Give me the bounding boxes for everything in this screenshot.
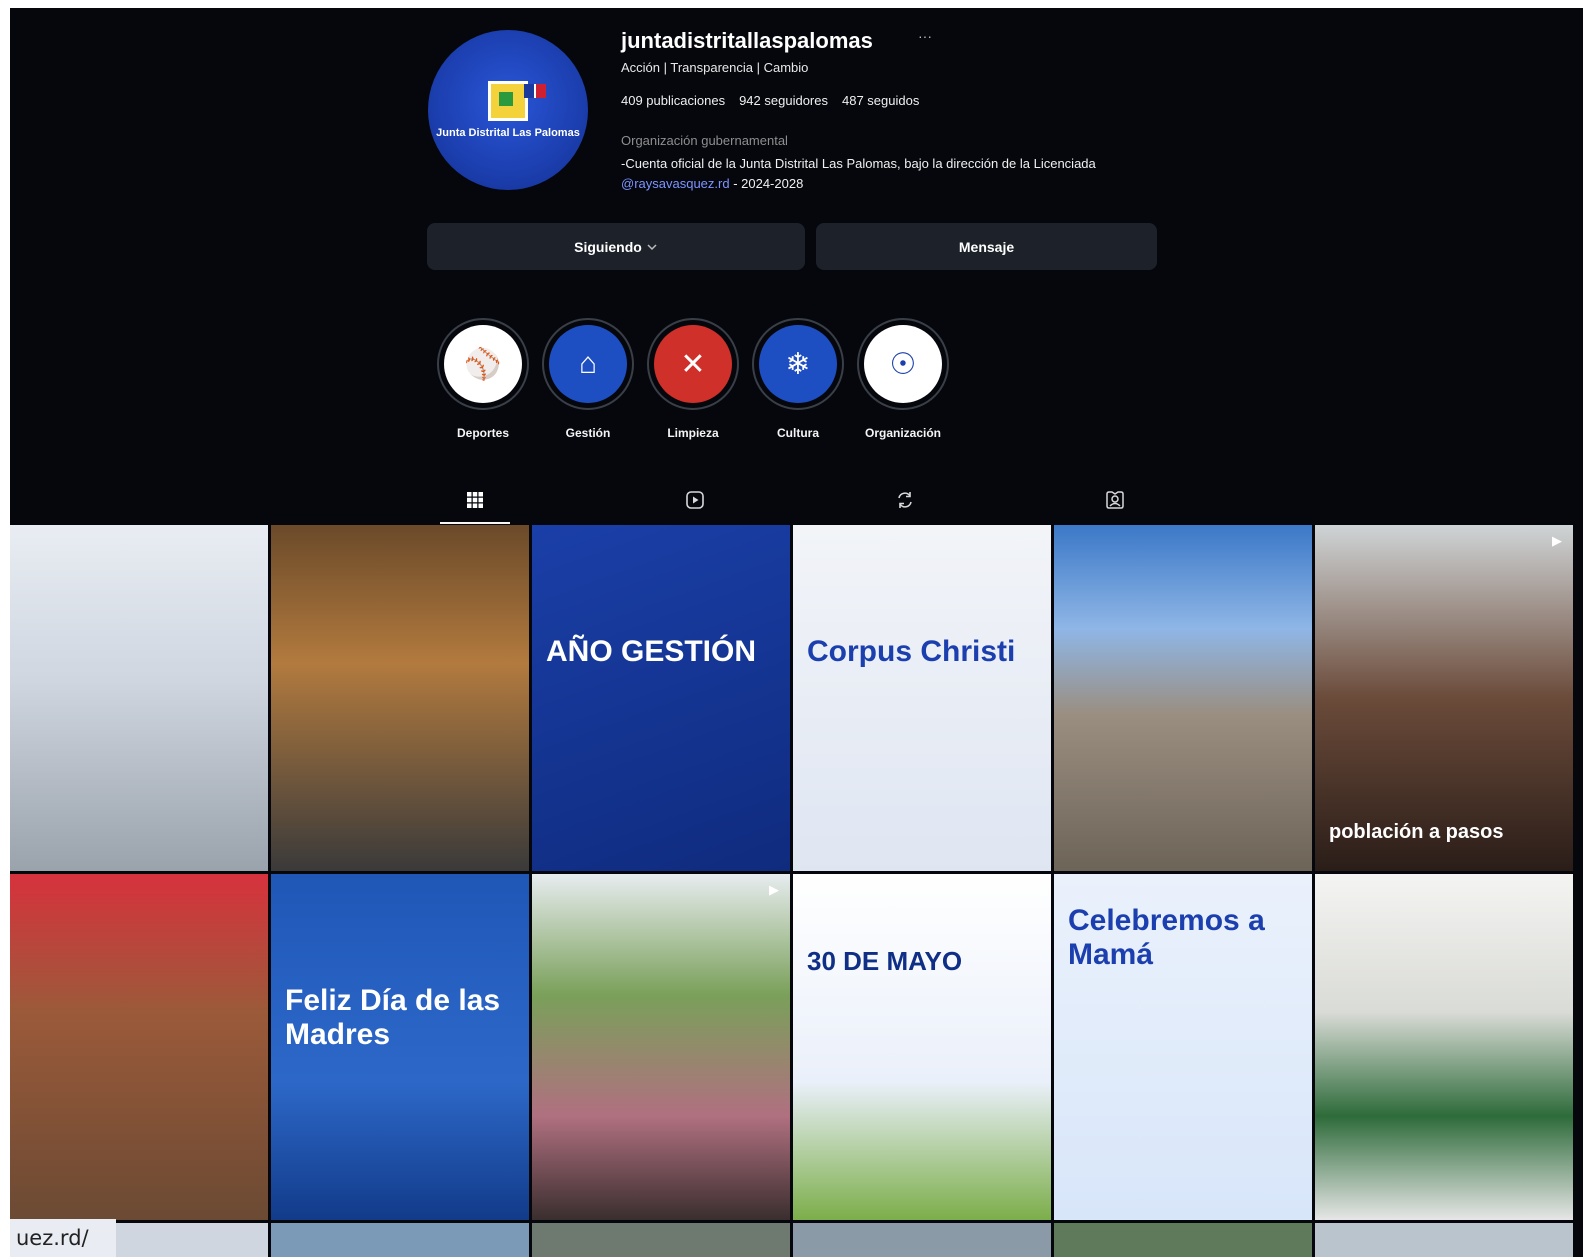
post-tile[interactable]: Celebremos a Mamá — [1054, 874, 1312, 1220]
post-tile[interactable] — [271, 1223, 529, 1257]
tab-tagged[interactable] — [1080, 478, 1150, 522]
post-tile[interactable] — [10, 874, 268, 1220]
post-tile[interactable] — [532, 1223, 790, 1257]
profile-page: Junta Distrital Las Palomas juntadistrit… — [10, 8, 1583, 1257]
post-tile[interactable] — [1054, 1223, 1312, 1257]
post-caption: población a pasos — [1329, 821, 1504, 843]
message-button[interactable]: Mensaje — [816, 223, 1157, 270]
message-label: Mensaje — [958, 238, 1015, 255]
chevron-down-icon — [647, 243, 657, 250]
profile-bio: -Cuenta oficial de la Junta Distrital La… — [621, 156, 1096, 171]
profile-tabs — [440, 478, 1210, 524]
profile-username: juntadistritallaspalomas — [621, 28, 873, 53]
repost-icon — [898, 492, 912, 508]
avatar-text: Junta Distrital Las Palomas — [436, 127, 580, 139]
following-label: Siguiendo — [574, 238, 642, 255]
profile-stats: 409 publicaciones 942 seguidores 487 seg… — [621, 93, 919, 108]
profile-avatar[interactable]: Junta Distrital Las Palomas — [428, 30, 588, 190]
posts-count: 409 publicaciones — [621, 93, 726, 108]
highlight-ring: ⚾ — [437, 318, 529, 410]
bio-mention-link[interactable]: @raysavasquez.rd — [621, 176, 730, 191]
post-tile[interactable] — [1315, 1223, 1573, 1257]
highlight-organización[interactable]: ☉ Organización — [857, 318, 949, 440]
post-tile[interactable]: Corpus Christi — [793, 525, 1051, 871]
building-icon: ⌂ — [549, 325, 627, 403]
highlight-label: Deportes — [456, 426, 509, 440]
followers-count[interactable]: 942 seguidores — [739, 93, 828, 108]
profile-bio-line2: @raysavasquez.rd - 2024-2028 — [621, 176, 803, 191]
post-caption: Corpus Christi — [807, 635, 1016, 668]
video-badge-icon: ▶ — [1552, 533, 1562, 548]
video-badge-icon: ▶ — [769, 882, 779, 897]
post-caption: Feliz Día de las Madres — [285, 984, 501, 1051]
post-tile[interactable] — [271, 525, 529, 871]
grid-icon — [467, 492, 483, 508]
post-caption: AÑO GESTIÓN — [546, 635, 757, 668]
post-tile[interactable]: Feliz Día de las Madres — [271, 874, 529, 1220]
post-tile[interactable] — [1315, 874, 1573, 1220]
post-tile[interactable] — [1054, 525, 1312, 871]
post-tile[interactable] — [10, 525, 268, 871]
post-tile[interactable]: AÑO GESTIÓN — [532, 525, 790, 871]
post-caption: Celebremos a Mamá — [1068, 904, 1265, 971]
highlight-label: Gestión — [565, 426, 611, 440]
story-highlights: ⚾ Deportes ⌂ Gestión ✕ Limpieza ❄ Cultura ☉ Organ… — [437, 318, 949, 440]
tagged-icon — [1106, 491, 1124, 509]
bio-years: - 2024-2028 — [729, 176, 804, 191]
post-tile[interactable] — [793, 1223, 1051, 1257]
broom-icon: ✕ — [654, 325, 732, 403]
following-count[interactable]: 487 seguidos — [842, 93, 919, 108]
following-button[interactable]: Siguiendo — [427, 223, 805, 270]
tab-posts[interactable] — [440, 478, 510, 524]
highlight-label: Limpieza — [667, 426, 719, 440]
logo-icon — [488, 81, 528, 121]
highlight-ring: ☉ — [857, 318, 949, 410]
profile-category: Organización gubernamental — [621, 133, 788, 148]
people-network-icon: ☉ — [864, 325, 942, 403]
status-url: uez.rd/ — [10, 1219, 116, 1257]
highlight-ring: ❄ — [752, 318, 844, 410]
snowflake-icon: ❄ — [759, 325, 837, 403]
highlight-label: Organización — [864, 426, 941, 440]
flag-icon — [524, 84, 546, 98]
post-tile[interactable]: 30 DE MAYO — [793, 874, 1051, 1220]
post-tile[interactable]: ▶ — [532, 874, 790, 1220]
highlight-label: Cultura — [777, 426, 819, 440]
highlight-ring: ⌂ — [542, 318, 634, 410]
highlight-cultura[interactable]: ❄ Cultura — [752, 318, 844, 440]
post-tile[interactable]: ▶ población a pasos — [1315, 525, 1573, 871]
tab-reposts[interactable] — [870, 478, 940, 522]
baseball-icon: ⚾ — [444, 325, 522, 403]
more-options-icon[interactable]: ··· — [918, 28, 932, 44]
post-caption: 30 DE MAYO — [807, 946, 963, 976]
highlight-ring: ✕ — [647, 318, 739, 410]
profile-tagline: Acción | Transparencia | Cambio — [621, 60, 809, 75]
highlight-deportes[interactable]: ⚾ Deportes — [437, 318, 529, 440]
tab-reels[interactable] — [660, 478, 730, 522]
highlight-limpieza[interactable]: ✕ Limpieza — [647, 318, 739, 440]
reels-icon — [686, 491, 704, 509]
highlight-gestión[interactable]: ⌂ Gestión — [542, 318, 634, 440]
